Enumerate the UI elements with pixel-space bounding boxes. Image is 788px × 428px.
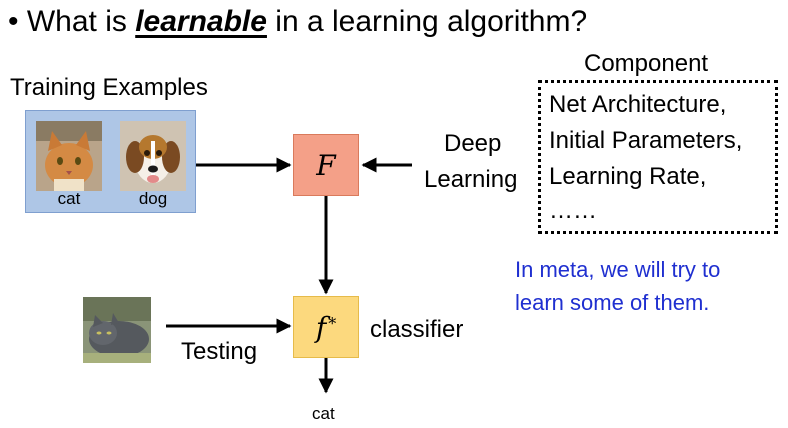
component-item: Initial Parameters, <box>549 127 743 154</box>
function-symbol: F <box>316 148 336 182</box>
component-header: Component <box>584 50 709 77</box>
output-label: cat <box>312 404 335 423</box>
deep-learning-line2: Learning <box>424 166 518 193</box>
gray-cat-photo-icon <box>83 297 151 363</box>
classifier-box: f * <box>293 296 359 358</box>
testing-label: Testing <box>181 338 258 365</box>
component-item: Learning Rate, <box>549 163 707 190</box>
component-box: Net Architecture, Initial Parameters, Le… <box>538 80 778 234</box>
deep-learning-line1: Deep <box>444 130 502 157</box>
learning-algorithm-box: F <box>293 134 359 196</box>
component-item: Net Architecture, <box>549 91 727 118</box>
component-item: …… <box>549 197 597 224</box>
meta-note-line1: In meta, we will try to <box>515 257 721 282</box>
classifier-label: classifier <box>370 316 464 343</box>
classifier-symbol: f <box>315 310 327 344</box>
classifier-superscript: * <box>328 313 337 333</box>
meta-note-line2: learn some of them. <box>515 290 710 315</box>
